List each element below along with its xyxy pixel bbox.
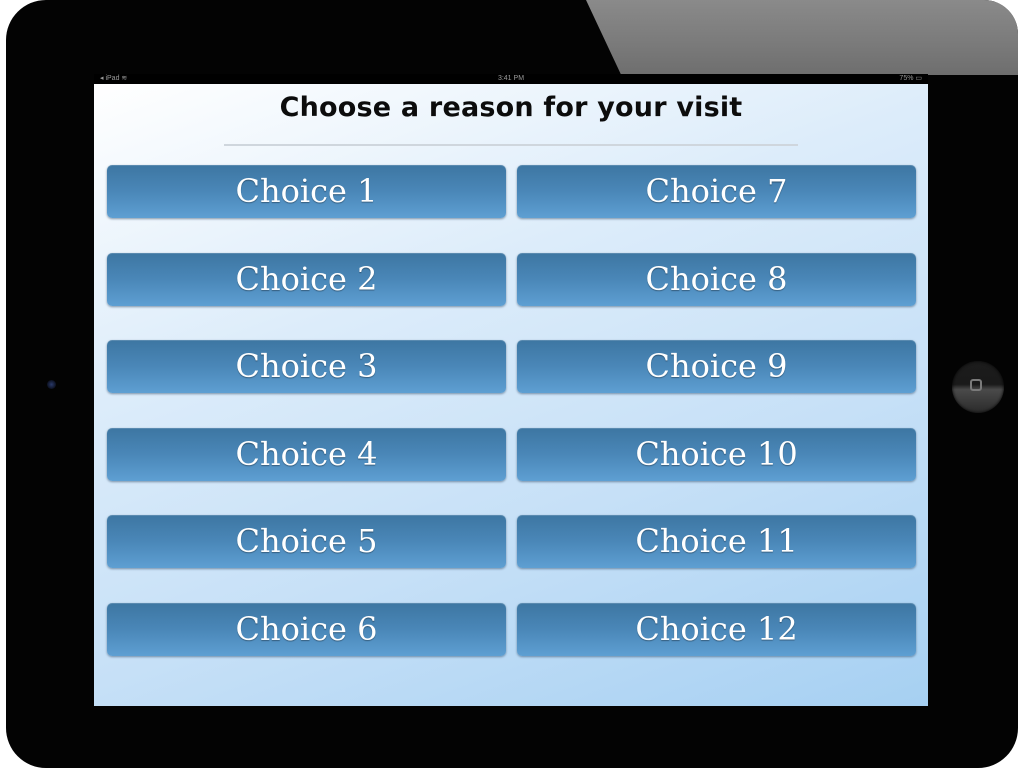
choice-button-12[interactable]: Choice 12	[517, 602, 916, 656]
choice-button-8[interactable]: Choice 8	[517, 252, 916, 306]
choice-button-10[interactable]: Choice 10	[517, 427, 916, 481]
battery-status: 75% ▭	[899, 75, 922, 82]
choice-button-7[interactable]: Choice 7	[517, 165, 916, 218]
choice-button-1[interactable]: Choice 1	[107, 165, 506, 218]
home-button-icon	[970, 379, 982, 391]
choice-button-6[interactable]: Choice 6	[107, 602, 506, 656]
front-camera-icon	[47, 380, 56, 389]
title-divider	[224, 144, 798, 146]
status-time: 3:41 PM	[497, 75, 525, 82]
status-bar: ◂ iPad ≋ 3:41 PM 75% ▭	[94, 74, 928, 84]
home-button[interactable]	[952, 361, 1004, 413]
choice-button-3[interactable]: Choice 3	[107, 340, 506, 393]
choice-button-5[interactable]: Choice 5	[107, 515, 506, 568]
choice-button-11[interactable]: Choice 11	[517, 515, 916, 568]
choice-button-4[interactable]: Choice 4	[107, 427, 506, 481]
bezel-reflection	[586, 0, 1018, 75]
choice-button-9[interactable]: Choice 9	[517, 340, 916, 393]
app-screen: Choose a reason for your visit Choice 1 …	[94, 84, 928, 706]
choice-button-2[interactable]: Choice 2	[107, 252, 506, 306]
page-title: Choose a reason for your visit	[279, 92, 743, 123]
